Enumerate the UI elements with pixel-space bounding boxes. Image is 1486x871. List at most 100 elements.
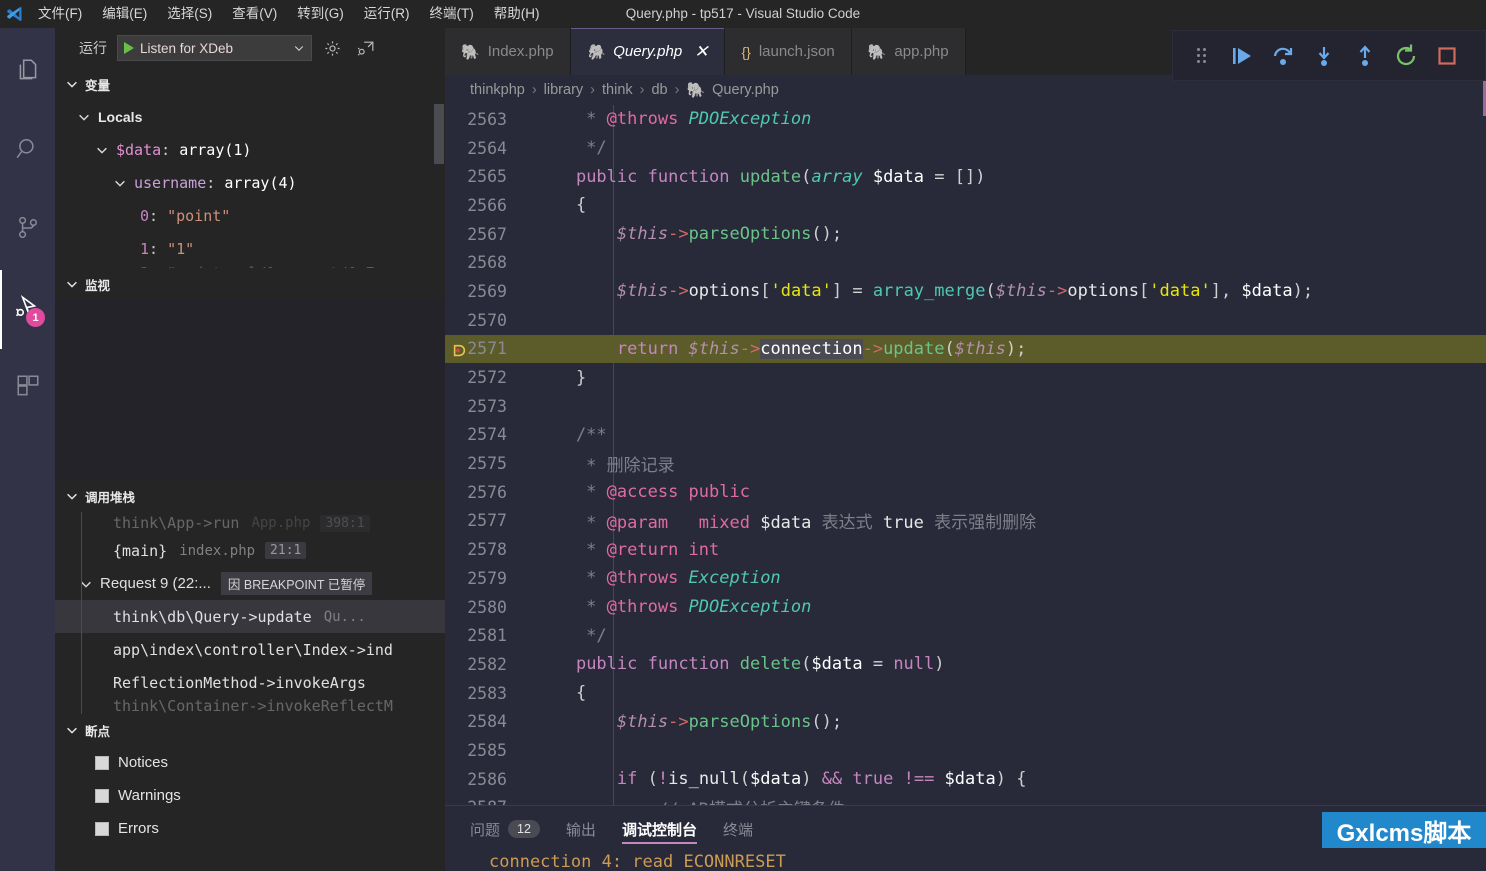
menu-run[interactable]: 运行(R) (354, 0, 420, 28)
watch-title: 监视 (85, 278, 111, 293)
call-stack-session-row[interactable]: Request 9 (22:... 因 BREAKPOINT 已暂停 (55, 567, 445, 600)
checkbox[interactable] (95, 788, 109, 803)
code-line[interactable]: 2582 public function delete($data = null… (445, 650, 1486, 679)
code-line[interactable]: 2571 return $this->connection->update($t… (445, 334, 1486, 364)
call-stack-row[interactable]: {main} index.php 21:1 (55, 534, 445, 567)
code-line[interactable]: 2575 * 删除记录 (445, 449, 1486, 478)
code-line[interactable]: 2586 if (!is_null($data) && true !== $da… (445, 765, 1486, 794)
sidebar-item-run-and-debug[interactable]: 1 (0, 270, 55, 349)
code-line[interactable]: 2581 */ (445, 621, 1486, 650)
variables-scrollbar[interactable] (434, 104, 444, 164)
variable-row[interactable]: 0: "point" (55, 199, 445, 232)
code-line[interactable]: 2576 * @access public (445, 478, 1486, 507)
drag-handle[interactable] (1183, 38, 1219, 74)
call-stack-row[interactable]: think\Container->invokeReflectM (55, 699, 445, 713)
code-editor[interactable]: 2563 * @throws PDOException 2564 */2565 p… (445, 105, 1486, 833)
panel-tab-output[interactable]: 输出 (566, 806, 596, 852)
menu-edit[interactable]: 编辑(E) (92, 0, 157, 28)
breadcrumb-item[interactable]: Query.php (712, 82, 779, 98)
line-content: public function delete($data = null) (575, 654, 945, 675)
call-stack-row[interactable]: app\index\controller\Index->ind (55, 633, 445, 666)
code-line[interactable]: 2569 $this->options['data'] = array_merg… (445, 277, 1486, 306)
menu-file[interactable]: 文件(F) (28, 0, 92, 28)
code-line[interactable]: 2583 { (445, 679, 1486, 708)
code-line[interactable]: 2579 * @throws Exception (445, 564, 1486, 593)
call-stack-row[interactable]: think\App->run App.php 398:1 (55, 512, 445, 534)
panel-tab-debug-console[interactable]: 调试控制台 (621, 806, 697, 852)
menu-go[interactable]: 转到(G) (287, 0, 354, 28)
step-out-button[interactable] (1347, 38, 1383, 74)
menu-view[interactable]: 查看(V) (222, 0, 287, 28)
code-line[interactable]: 2563 * @throws PDOException (445, 105, 1486, 134)
sidebar-item-search[interactable] (0, 112, 55, 191)
code-line[interactable]: 2568 (445, 248, 1486, 277)
panel-tab-problems[interactable]: 问题 12 (470, 806, 540, 852)
watch-body[interactable] (55, 300, 445, 480)
code-line[interactable]: 2578 * @return int (445, 535, 1486, 564)
variable-scope-locals[interactable]: Locals (55, 100, 445, 133)
code-line[interactable]: 2565 public function update(array $data … (445, 162, 1486, 191)
step-into-button[interactable] (1306, 38, 1342, 74)
breakpoint-label: Errors (118, 820, 159, 837)
continue-button[interactable] (1224, 38, 1260, 74)
checkbox[interactable] (95, 821, 109, 836)
code-line[interactable]: 2566 { (445, 191, 1486, 220)
line-number: 2568 (467, 253, 507, 273)
debug-console-view-button[interactable] (352, 34, 380, 62)
breakpoint-marker-icon[interactable] (453, 342, 466, 357)
extensions-icon (15, 373, 41, 404)
menu-bar[interactable]: 文件(F) 编辑(E) 选择(S) 查看(V) 转到(G) 运行(R) 终端(T… (28, 0, 550, 28)
stop-icon (1438, 46, 1456, 65)
sidebar-item-extensions[interactable] (0, 349, 55, 428)
stack-frame-file: Qu... (323, 608, 366, 625)
call-stack-row[interactable]: think\db\Query->update Qu... (55, 600, 445, 633)
variables-header[interactable]: 变量 (55, 68, 445, 100)
title-bar: 文件(F) 编辑(E) 选择(S) 查看(V) 转到(G) 运行(R) 终端(T… (0, 0, 1486, 28)
code-line[interactable]: 2580 * @throws PDOException (445, 593, 1486, 622)
code-line[interactable]: 2564 */ (445, 134, 1486, 163)
breadcrumb-item[interactable]: library (544, 82, 583, 98)
code-line[interactable]: 2573 (445, 392, 1486, 421)
stack-frame-position: 398:1 (320, 514, 370, 532)
restart-button[interactable] (1388, 38, 1424, 74)
breakpoint-row-notices[interactable]: Notices (55, 746, 445, 779)
breakpoints-header[interactable]: 断点 (55, 714, 445, 746)
checkbox[interactable] (95, 755, 109, 770)
menu-selection[interactable]: 选择(S) (157, 0, 222, 28)
debug-configuration-select[interactable]: Listen for XDeb (117, 35, 312, 61)
menu-help[interactable]: 帮助(H) (484, 0, 550, 28)
open-launch-config-button[interactable] (318, 34, 346, 62)
call-stack-row[interactable]: ReflectionMethod->invokeArgs (55, 666, 445, 699)
variable-row[interactable]: 1: "1" (55, 232, 445, 265)
sidebar-item-explorer[interactable] (0, 33, 55, 112)
breadcrumb-item[interactable]: thinkphp (470, 82, 525, 98)
breakpoint-row-warnings[interactable]: Warnings (55, 779, 445, 812)
breakpoint-row-errors[interactable]: Errors (55, 812, 445, 845)
code-line[interactable]: 2585 (445, 736, 1486, 765)
call-stack-header[interactable]: 调用堆栈 (55, 480, 445, 512)
tab-query-php[interactable]: 🐘 Query.php ✕ (570, 28, 726, 75)
tab-index-php[interactable]: 🐘 Index.php (445, 28, 571, 75)
code-line[interactable]: 2584 $this->parseOptions(); (445, 707, 1486, 736)
code-line[interactable]: 2572 } (445, 363, 1486, 392)
breadcrumb-item[interactable]: db (651, 82, 667, 98)
code-line[interactable]: 2574 /** (445, 421, 1486, 450)
step-over-button[interactable] (1265, 38, 1301, 74)
close-icon[interactable]: ✕ (694, 42, 708, 62)
code-line[interactable]: 2567 $this->parseOptions(); (445, 220, 1486, 249)
breadcrumb-item[interactable]: think (602, 82, 633, 98)
code-line[interactable]: 2577 * @param mixed $data 表达式 true 表示强制删… (445, 507, 1486, 536)
stop-button[interactable] (1429, 38, 1465, 74)
play-icon[interactable] (124, 42, 134, 54)
watch-header[interactable]: 监视 (55, 268, 445, 300)
tab-app-php[interactable]: 🐘 app.php (851, 28, 966, 75)
code-line[interactable]: 2570 (445, 306, 1486, 335)
variable-row[interactable]: username: array(4) (55, 166, 445, 199)
variable-row[interactable]: 2: "updateurl/1_export/0:7 (55, 265, 445, 268)
sidebar-item-source-control[interactable] (0, 191, 55, 270)
tab-label: app.php (894, 43, 949, 60)
panel-tab-terminal[interactable]: 终端 (723, 806, 753, 852)
tab-launch-json[interactable]: {} launch.json (725, 28, 852, 75)
variable-row[interactable]: $data: array(1) (55, 133, 445, 166)
menu-terminal[interactable]: 终端(T) (420, 0, 484, 28)
